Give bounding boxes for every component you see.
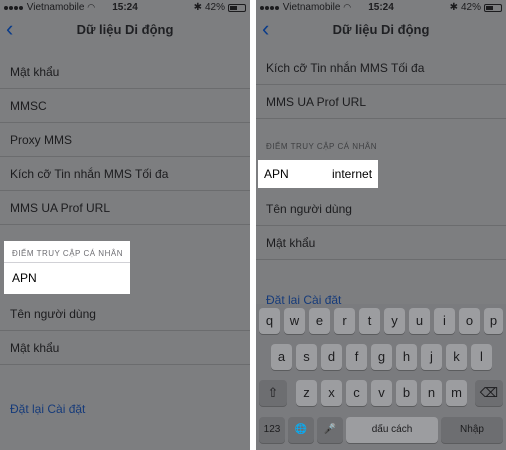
- section-header-personal-ap: ĐIỂM TRUY CẬP CÁ NHÂN: [4, 241, 130, 263]
- key-b[interactable]: b: [396, 380, 417, 406]
- apn-value[interactable]: internet: [332, 167, 372, 181]
- battery-icon: [228, 3, 246, 12]
- row-password[interactable]: Mật khẩu: [0, 55, 250, 89]
- bluetooth-icon: ✱: [449, 2, 458, 13]
- row-mms-ua-prof-url[interactable]: MMS UA Prof URL: [0, 191, 250, 225]
- key-y[interactable]: y: [384, 308, 405, 334]
- nav-bar: ‹ Dữ liệu Di động: [0, 16, 250, 44]
- key-f[interactable]: f: [346, 344, 367, 370]
- key-c[interactable]: c: [346, 380, 367, 406]
- delete-key[interactable]: ⌫: [475, 380, 503, 406]
- page-title: Dữ liệu Di động: [76, 22, 174, 37]
- key-n[interactable]: n: [421, 380, 442, 406]
- row-mmsc[interactable]: MMSC: [0, 89, 250, 123]
- section-header-personal-ap: ĐIỂM TRUY CẬP CÁ NHÂN: [266, 142, 377, 151]
- key-w[interactable]: w: [284, 308, 305, 334]
- space-key[interactable]: dấu cách: [346, 417, 438, 443]
- battery-icon: [484, 3, 502, 12]
- row-username[interactable]: Tên người dùng: [256, 192, 506, 226]
- key-z[interactable]: z: [296, 380, 317, 406]
- row-mms-ua-prof-url[interactable]: MMS UA Prof URL: [256, 85, 506, 119]
- microphone-icon[interactable]: 🎤: [317, 417, 343, 443]
- row-password-2[interactable]: Mật khẩu: [0, 331, 250, 365]
- row-mms-max-size[interactable]: Kích cỡ Tin nhắn MMS Tối đa: [0, 157, 250, 191]
- battery-percent: 42%: [460, 2, 481, 13]
- key-l[interactable]: l: [471, 344, 492, 370]
- page-title: Dữ liệu Di động: [332, 22, 430, 37]
- battery-percent: 42%: [204, 2, 225, 13]
- key-k[interactable]: k: [446, 344, 467, 370]
- key-a[interactable]: a: [271, 344, 292, 370]
- status-bar: Vietnamobile ◠ 15:24 ✱ 42%: [0, 0, 250, 16]
- key-v[interactable]: v: [371, 380, 392, 406]
- key-u[interactable]: u: [409, 308, 430, 334]
- row-username[interactable]: Tên người dùng: [0, 297, 250, 331]
- key-g[interactable]: g: [371, 344, 392, 370]
- key-p[interactable]: p: [484, 308, 503, 334]
- numbers-key[interactable]: 123: [259, 417, 285, 443]
- status-bar: Vietnamobile ◠ 15:24 ✱ 42%: [256, 0, 506, 16]
- row-proxy-mms[interactable]: Proxy MMS: [0, 123, 250, 157]
- row-password[interactable]: Mật khẩu: [256, 226, 506, 260]
- enter-key[interactable]: Nhập: [441, 417, 503, 443]
- key-m[interactable]: m: [446, 380, 467, 406]
- apn-highlight[interactable]: APN internet: [258, 160, 378, 188]
- key-o[interactable]: o: [459, 308, 480, 334]
- apn-highlight: ĐIỂM TRUY CẬP CÁ NHÂN APN: [4, 241, 130, 294]
- shift-key[interactable]: ⇧: [259, 380, 287, 406]
- apn-field[interactable]: APN: [4, 263, 130, 293]
- key-j[interactable]: j: [421, 344, 442, 370]
- row-mms-max-size[interactable]: Kích cỡ Tin nhắn MMS Tối đa: [256, 51, 506, 85]
- key-x[interactable]: x: [321, 380, 342, 406]
- left-screenshot: Vietnamobile ◠ 15:24 ✱ 42% ‹ Dữ liệu Di đ…: [0, 0, 250, 450]
- key-r[interactable]: r: [334, 308, 355, 334]
- apn-label: APN: [264, 167, 289, 181]
- reset-settings-link[interactable]: Đặt lại Cài đặt: [0, 402, 250, 416]
- key-i[interactable]: i: [434, 308, 455, 334]
- key-d[interactable]: d: [321, 344, 342, 370]
- key-t[interactable]: t: [359, 308, 380, 334]
- bluetooth-icon: ✱: [193, 2, 202, 13]
- apn-label: APN: [12, 271, 37, 285]
- nav-bar: ‹ Dữ liệu Di động: [256, 16, 506, 44]
- keyboard: q w e r t y u i o p a s d f g h j k l ⇧ …: [256, 304, 506, 450]
- key-e[interactable]: e: [309, 308, 330, 334]
- globe-icon[interactable]: 🌐: [288, 417, 314, 443]
- key-h[interactable]: h: [396, 344, 417, 370]
- right-screenshot: Vietnamobile ◠ 15:24 ✱ 42% ‹ Dữ liệu Di đ…: [256, 0, 506, 450]
- key-s[interactable]: s: [296, 344, 317, 370]
- key-q[interactable]: q: [259, 308, 280, 334]
